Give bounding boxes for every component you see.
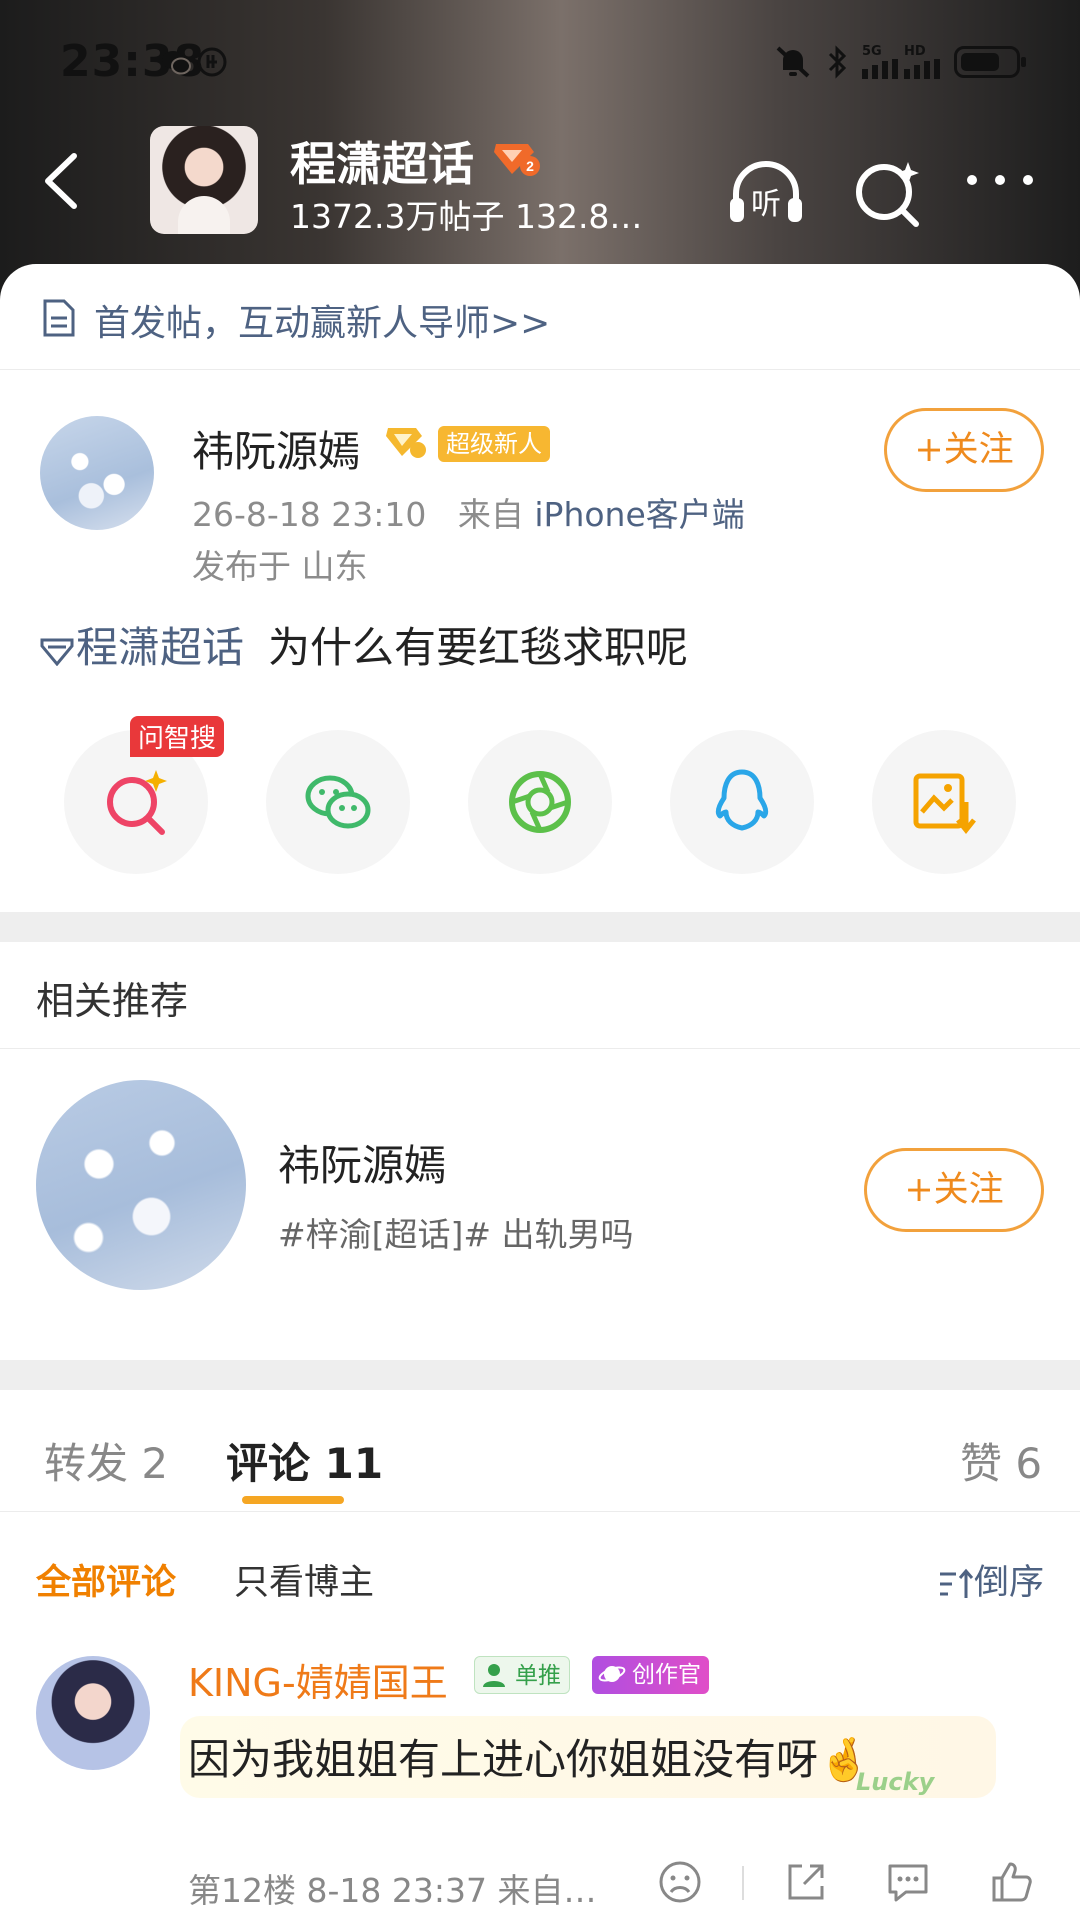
person-icon: [483, 1664, 505, 1687]
share-qq-button[interactable]: [670, 730, 814, 874]
battery-icon: [954, 46, 1026, 78]
notice-text[interactable]: 首发帖，互动赢新人导师>>: [94, 294, 550, 346]
network-type: 5G: [862, 44, 882, 59]
creator-chip: 创作官: [592, 1656, 709, 1694]
topic-stats: 1372.3万帖子 132.8…: [290, 197, 643, 236]
mute-bell-icon: [776, 46, 810, 78]
tab-underline: [242, 1496, 344, 1504]
recommend-name[interactable]: 祎阮源嫣: [278, 1132, 446, 1193]
recommend-avatar[interactable]: [36, 1080, 246, 1290]
back-icon[interactable]: [36, 148, 88, 214]
commenter-name[interactable]: KING-婧婧国王: [188, 1652, 448, 1707]
section-gap-2: [0, 1360, 1080, 1390]
planet-icon: [598, 1666, 626, 1682]
post-topic-tag[interactable]: 程潇超话: [76, 623, 244, 672]
post-source[interactable]: iPhone客户端: [534, 495, 744, 534]
interaction-tabs: 转发 2 评论 11 赞 6: [0, 1402, 1080, 1512]
status-bar: 23:38 5G HD: [0, 0, 1080, 120]
author-avatar[interactable]: [40, 416, 154, 530]
sort-label: 倒序: [973, 1563, 1044, 1603]
sort-icon: [939, 1568, 974, 1598]
svg-text:2: 2: [526, 158, 534, 174]
sort-button[interactable]: 倒序: [938, 1554, 1044, 1605]
listen-label: 听: [751, 187, 781, 222]
listen-button[interactable]: 听: [724, 150, 808, 234]
share-moments-button[interactable]: [468, 730, 612, 874]
share-icon[interactable]: [782, 1858, 830, 1906]
qq-icon: [715, 769, 769, 831]
creator-chip-label: 创作官: [632, 1662, 701, 1688]
wechat-notification-icon: [162, 51, 191, 75]
follow-recommend-button[interactable]: +关注: [864, 1148, 1044, 1232]
dislike-face-icon[interactable]: [656, 1858, 704, 1906]
save-image-icon: [913, 773, 976, 835]
post-card: 首发帖，互动赢新人导师>> 祎阮源嫣 超级新人 +关注 26-8-18 23:1…: [0, 264, 1080, 1921]
notice-bar[interactable]: 首发帖，互动赢新人导师>>: [0, 264, 1080, 370]
moments-icon: [509, 771, 571, 833]
tab-repost[interactable]: 转发 2: [44, 1430, 168, 1491]
recommend-desc[interactable]: #梓渝[超话]# 出轨男吗: [278, 1208, 634, 1256]
post-source-prefix: 来自: [457, 495, 524, 534]
section-gap: [0, 912, 1080, 942]
topic-diamond-icon: [40, 638, 74, 666]
document-icon: [43, 299, 75, 337]
diamond-badge-icon: [386, 428, 426, 458]
search-icon[interactable]: [846, 150, 930, 234]
comment-text: 因为我姐姐有上进心你姐姐没有呀🤞: [188, 1735, 871, 1784]
status-right: 5G HD: [774, 44, 1026, 80]
signal-bars-2-icon: [904, 59, 940, 79]
post-content: 程潇超话 为什么有要红毯求职呢: [38, 614, 688, 675]
save-image-button[interactable]: [872, 730, 1016, 874]
topic-avatar[interactable]: [150, 126, 258, 234]
post-text: 为什么有要红毯求职呢: [268, 623, 689, 672]
level-badge-icon: 2: [494, 144, 540, 176]
post-location: 发布于 山东: [192, 547, 368, 586]
fan-chip: 单推: [474, 1656, 570, 1694]
bluetooth-icon: [828, 45, 847, 79]
follow-author-button[interactable]: +关注: [884, 408, 1044, 492]
post-time: 26-8-18 23:10: [192, 495, 427, 534]
share-wechat-button[interactable]: [266, 730, 410, 874]
super-newbie-badge: 超级新人: [438, 426, 550, 462]
comment-filter-row: 全部评论 只看博主 倒序: [0, 1544, 1080, 1614]
signal-bars-icon: [862, 59, 898, 79]
tab-comment[interactable]: 评论 11: [226, 1430, 383, 1491]
wechat-icon: [305, 775, 371, 829]
network-sub: HD: [904, 44, 926, 59]
commenter-avatar[interactable]: [36, 1656, 150, 1770]
topic-header: 23:38 5G HD 程潇超话 2 1372.3万帖子 132.8… 听: [0, 0, 1080, 300]
filter-blogger-only[interactable]: 只看博主: [234, 1554, 374, 1605]
comment-meta: 第12楼 8-18 23:37 来自…: [188, 1871, 597, 1910]
network-indicator: 5G HD: [862, 45, 940, 79]
recommend-divider: [0, 1048, 1080, 1049]
filter-all-comments[interactable]: 全部评论: [36, 1554, 176, 1605]
more-icon[interactable]: [958, 150, 1042, 234]
ai-search-icon: [107, 770, 167, 835]
app-notification-icon: [197, 47, 227, 77]
author-name[interactable]: 祎阮源嫣: [192, 418, 360, 479]
headphones-icon: 听: [730, 161, 802, 222]
topic-title[interactable]: 程潇超话: [290, 128, 474, 194]
fan-chip-label: 单推: [515, 1663, 561, 1689]
action-separator: [742, 1866, 744, 1900]
like-icon[interactable]: [988, 1858, 1036, 1906]
ai-search-tag: 问智搜: [130, 716, 225, 757]
comment-icon[interactable]: [884, 1858, 932, 1906]
lucky-decoration: Lucky: [856, 1768, 935, 1796]
post-meta: 26-8-18 23:10 来自 iPhone客户端: [192, 488, 745, 536]
recommend-title: 相关推荐: [36, 979, 189, 1023]
tab-like[interactable]: 赞 6: [960, 1430, 1042, 1491]
